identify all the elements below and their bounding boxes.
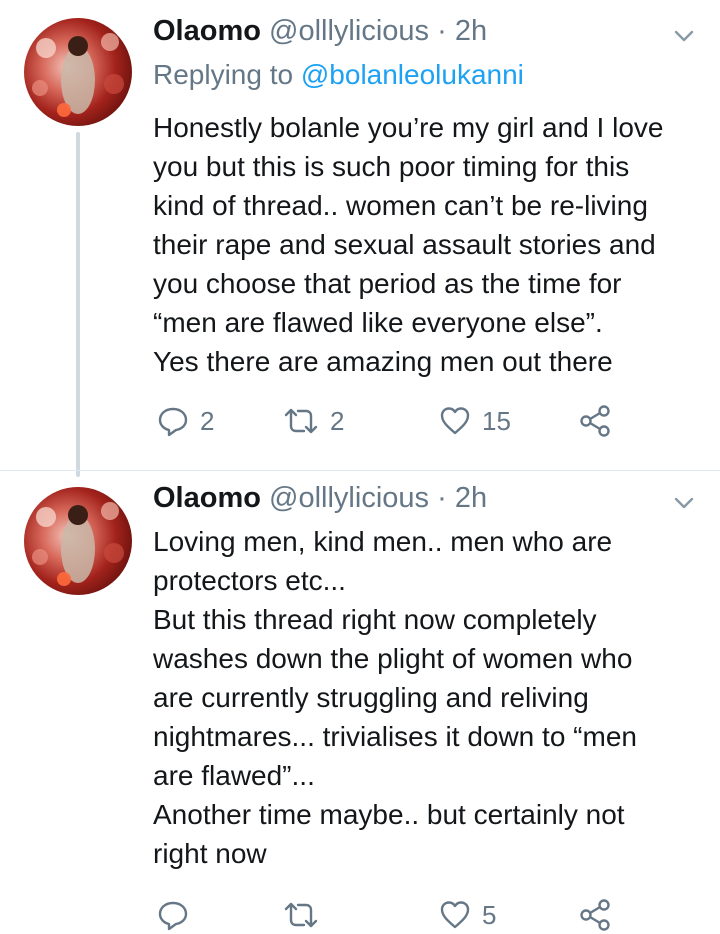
tweet-text-line: you choose that period as the time for: [153, 268, 622, 299]
tweet-text-line: protectors etc...: [153, 565, 346, 596]
retweet-icon: [284, 408, 318, 434]
share-button[interactable]: [578, 895, 612, 934]
reply-icon: [158, 407, 188, 437]
tweet-text-line: are currently struggling and reliving: [153, 682, 589, 713]
chevron-down-icon: [674, 30, 694, 42]
retweet-icon: [284, 902, 318, 928]
user-handle[interactable]: @olllylicious: [269, 15, 429, 47]
separator-dot: ·: [437, 482, 447, 514]
reply-count: 2: [200, 405, 215, 436]
mention-link[interactable]: @bolanleolukanni: [301, 59, 524, 90]
tweet-text-line: kind of thread.. women can’t be re-livin…: [153, 190, 648, 221]
retweet-button[interactable]: 2: [282, 401, 344, 441]
tweet-header: Olaomo @olllylicious · 2h: [153, 14, 487, 48]
like-button[interactable]: 15: [438, 401, 511, 441]
display-name[interactable]: Olaomo: [153, 482, 261, 514]
reply-button[interactable]: 2: [156, 401, 214, 441]
tweet-text: Loving men, kind men.. men who are prote…: [153, 522, 708, 873]
tweet-text-line: right now: [153, 838, 267, 869]
like-count: 15: [482, 405, 511, 436]
timestamp[interactable]: 2h: [455, 482, 487, 514]
tweet-text-line: Honestly bolanle you’re my girl and I lo…: [153, 112, 664, 143]
share-icon: [580, 405, 610, 437]
chevron-down-icon: [674, 497, 694, 509]
like-button[interactable]: 5: [438, 895, 496, 934]
like-count: 5: [482, 899, 497, 930]
tweet-text: Honestly bolanle you’re my girl and I lo…: [153, 108, 708, 381]
thread-connector: [76, 132, 80, 477]
user-handle[interactable]: @olllylicious: [269, 482, 429, 514]
tweet-text-line: But this thread right now completely: [153, 604, 597, 635]
avatar[interactable]: [24, 487, 132, 595]
retweet-count: 2: [330, 405, 345, 436]
tweet-menu-button[interactable]: [672, 491, 696, 515]
tweet-actions: 5: [150, 895, 650, 934]
tweet-text-line: Yes there are amazing men out there: [153, 346, 613, 377]
display-name[interactable]: Olaomo: [153, 15, 261, 47]
retweet-button[interactable]: [282, 895, 320, 934]
timestamp[interactable]: 2h: [455, 15, 487, 47]
reply-button[interactable]: [156, 895, 190, 934]
replying-to-label: Replying to: [153, 59, 294, 90]
tweet-actions: 2 2 15: [150, 401, 650, 441]
replying-to-line: Replying to @bolanleolukanni: [153, 58, 524, 92]
avatar-photo: [32, 502, 124, 586]
avatar-photo: [32, 33, 124, 117]
tweet-text-line: their rape and sexual assault stories an…: [153, 229, 656, 260]
tweet-text-line: Another time maybe.. but certainly not: [153, 799, 625, 830]
tweet-text-line: nightmares... trivialises it down to “me…: [153, 721, 637, 752]
tweet[interactable]: Olaomo @olllylicious · 2h Loving men, ki…: [0, 470, 720, 934]
tweet-text-line: are flawed”...: [153, 760, 315, 791]
reply-icon: [158, 901, 188, 931]
tweet-text-line: washes down the plight of women who: [153, 643, 633, 674]
heart-icon: [440, 901, 470, 929]
heart-icon: [440, 407, 470, 435]
share-icon: [580, 899, 610, 931]
avatar[interactable]: [24, 18, 132, 126]
tweet[interactable]: Olaomo @olllylicious · 2h Replying to @b…: [0, 0, 720, 477]
tweet-header: Olaomo @olllylicious · 2h: [153, 481, 487, 515]
tweet-text-line: Loving men, kind men.. men who are: [153, 526, 613, 557]
share-button[interactable]: [578, 401, 612, 441]
tweet-menu-button[interactable]: [672, 24, 696, 48]
separator-dot: ·: [437, 15, 447, 47]
tweet-text-line: “men are flawed like everyone else”.: [153, 307, 603, 338]
tweet-text-line: you but this is such poor timing for thi…: [153, 151, 630, 182]
